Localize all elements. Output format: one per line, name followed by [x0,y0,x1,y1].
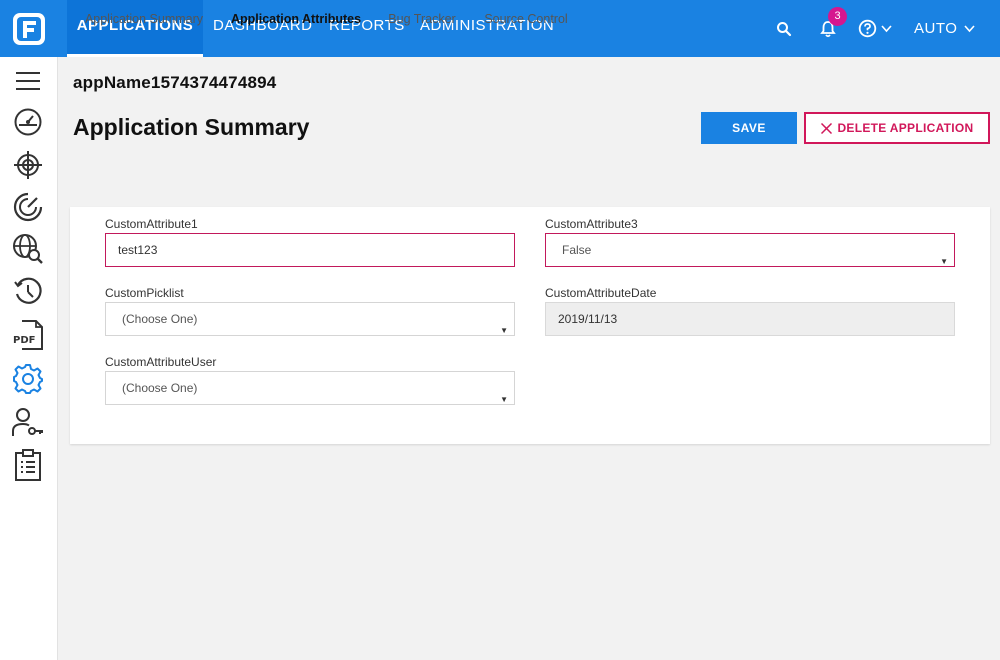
logo[interactable] [0,0,57,57]
sidebar-item-history[interactable] [11,275,45,309]
delete-application-label: DELETE APPLICATION [837,121,974,135]
pdf-icon: PDF [12,320,43,350]
custom-picklist-select[interactable]: (Choose One) ▼ [105,302,515,336]
speedometer-icon [13,192,43,222]
tab-application-summary[interactable]: Application Summary [70,0,218,38]
user-label: AUTO [914,20,958,37]
tab-application-attributes[interactable]: Application Attributes [218,0,374,38]
dashboard-gauge-icon [14,108,42,136]
sidebar-item-web-scan[interactable] [11,232,45,266]
custom-attribute-user-select[interactable]: (Choose One) ▼ [105,371,515,405]
page-title: Application Summary [73,114,310,140]
custom-attribute-1-label: CustomAttribute1 [105,217,198,231]
sidebar-item-speedometer[interactable] [11,190,45,224]
tab-source-control[interactable]: Source Control [470,0,582,38]
tab-bug-tracker[interactable]: Bug Tracker [374,0,470,38]
sidebar-item-settings[interactable] [11,362,45,396]
user-menu-button[interactable]: AUTO [914,0,976,57]
sidebar-item-target[interactable] [11,148,45,182]
help-icon [858,19,877,38]
save-button[interactable]: SAVE [701,112,797,144]
notification-count-badge: 3 [828,7,847,26]
sidebar-item-dashboard[interactable] [11,105,45,139]
search-button[interactable] [776,0,792,57]
help-menu-button[interactable] [858,0,893,57]
history-icon [14,277,42,304]
globe-search-icon [13,234,43,264]
custom-picklist-value: (Choose One) [122,312,198,326]
sidebar-menu-toggle[interactable] [11,64,45,98]
delete-application-button[interactable]: DELETE APPLICATION [804,112,990,144]
close-icon [821,122,833,134]
sidebar-item-reports-pdf[interactable]: PDF [11,318,45,352]
target-icon [14,151,42,179]
dropdown-caret-icon: ▼ [500,326,508,335]
user-key-icon [12,408,43,436]
custom-attribute-date-input: 2019/11/13 [545,302,955,336]
fortify-logo-icon [12,12,45,45]
dropdown-caret-icon: ▼ [500,395,508,404]
sidebar-item-audit-log[interactable] [11,448,45,482]
custom-attribute-3-select[interactable]: False ▼ [545,233,955,267]
custom-attribute-1-input[interactable]: test123 [105,233,515,267]
dropdown-caret-icon: ▼ [940,257,948,266]
custom-attribute-user-value: (Choose One) [122,381,198,395]
custom-picklist-label: CustomPicklist [105,286,184,300]
search-icon [777,21,792,36]
chevron-down-icon [881,25,892,33]
clipboard-list-icon [15,449,41,481]
app-name: appName1574374474894 [73,73,277,92]
custom-attribute-date-label: CustomAttributeDate [545,286,657,300]
chevron-down-icon [964,25,976,33]
custom-attribute-3-label: CustomAttribute3 [545,217,638,231]
svg-text:PDF: PDF [13,335,35,346]
custom-attribute-3-value: False [562,243,592,257]
settings-gear-icon [13,364,43,394]
sidebar-item-user-access[interactable] [11,405,45,439]
menu-icon [16,72,40,90]
custom-attribute-user-label: CustomAttributeUser [105,355,217,369]
